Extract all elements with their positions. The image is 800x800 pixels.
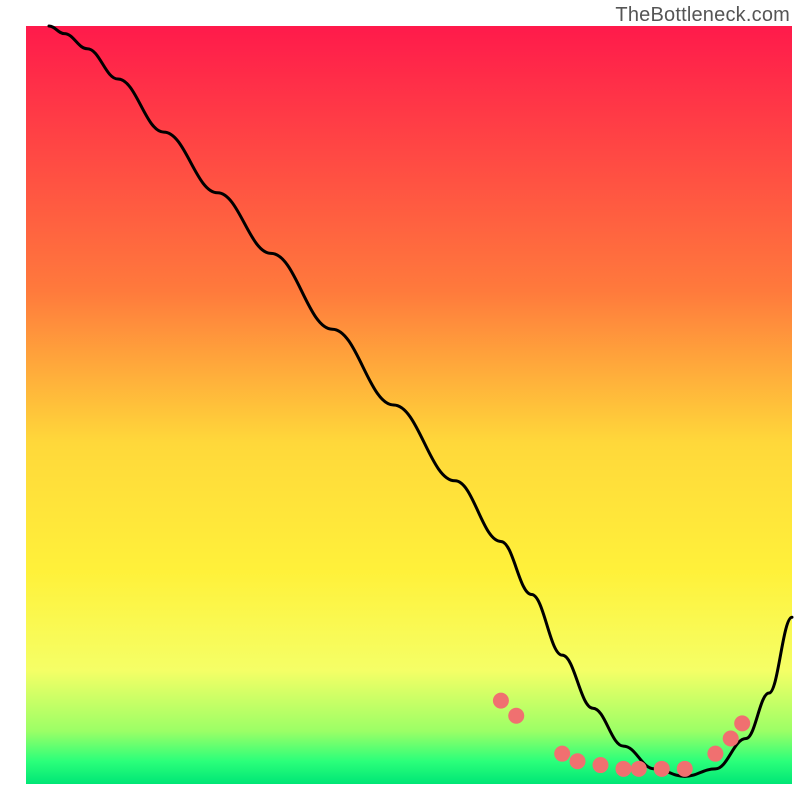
highlight-dot <box>631 761 647 777</box>
highlight-dot <box>615 761 631 777</box>
highlight-dot <box>707 746 723 762</box>
highlight-dot <box>723 731 739 747</box>
chart-container: TheBottleneck.com <box>0 0 800 800</box>
highlight-dot <box>734 715 750 731</box>
highlight-dot <box>677 761 693 777</box>
chart-svg <box>0 0 800 800</box>
highlight-dot <box>654 761 670 777</box>
chart-background <box>26 26 792 784</box>
highlight-dot <box>493 693 509 709</box>
attribution-label: TheBottleneck.com <box>615 4 790 27</box>
highlight-dot <box>508 708 524 724</box>
highlight-dot <box>554 746 570 762</box>
highlight-dot <box>593 757 609 773</box>
highlight-dot <box>570 753 586 769</box>
